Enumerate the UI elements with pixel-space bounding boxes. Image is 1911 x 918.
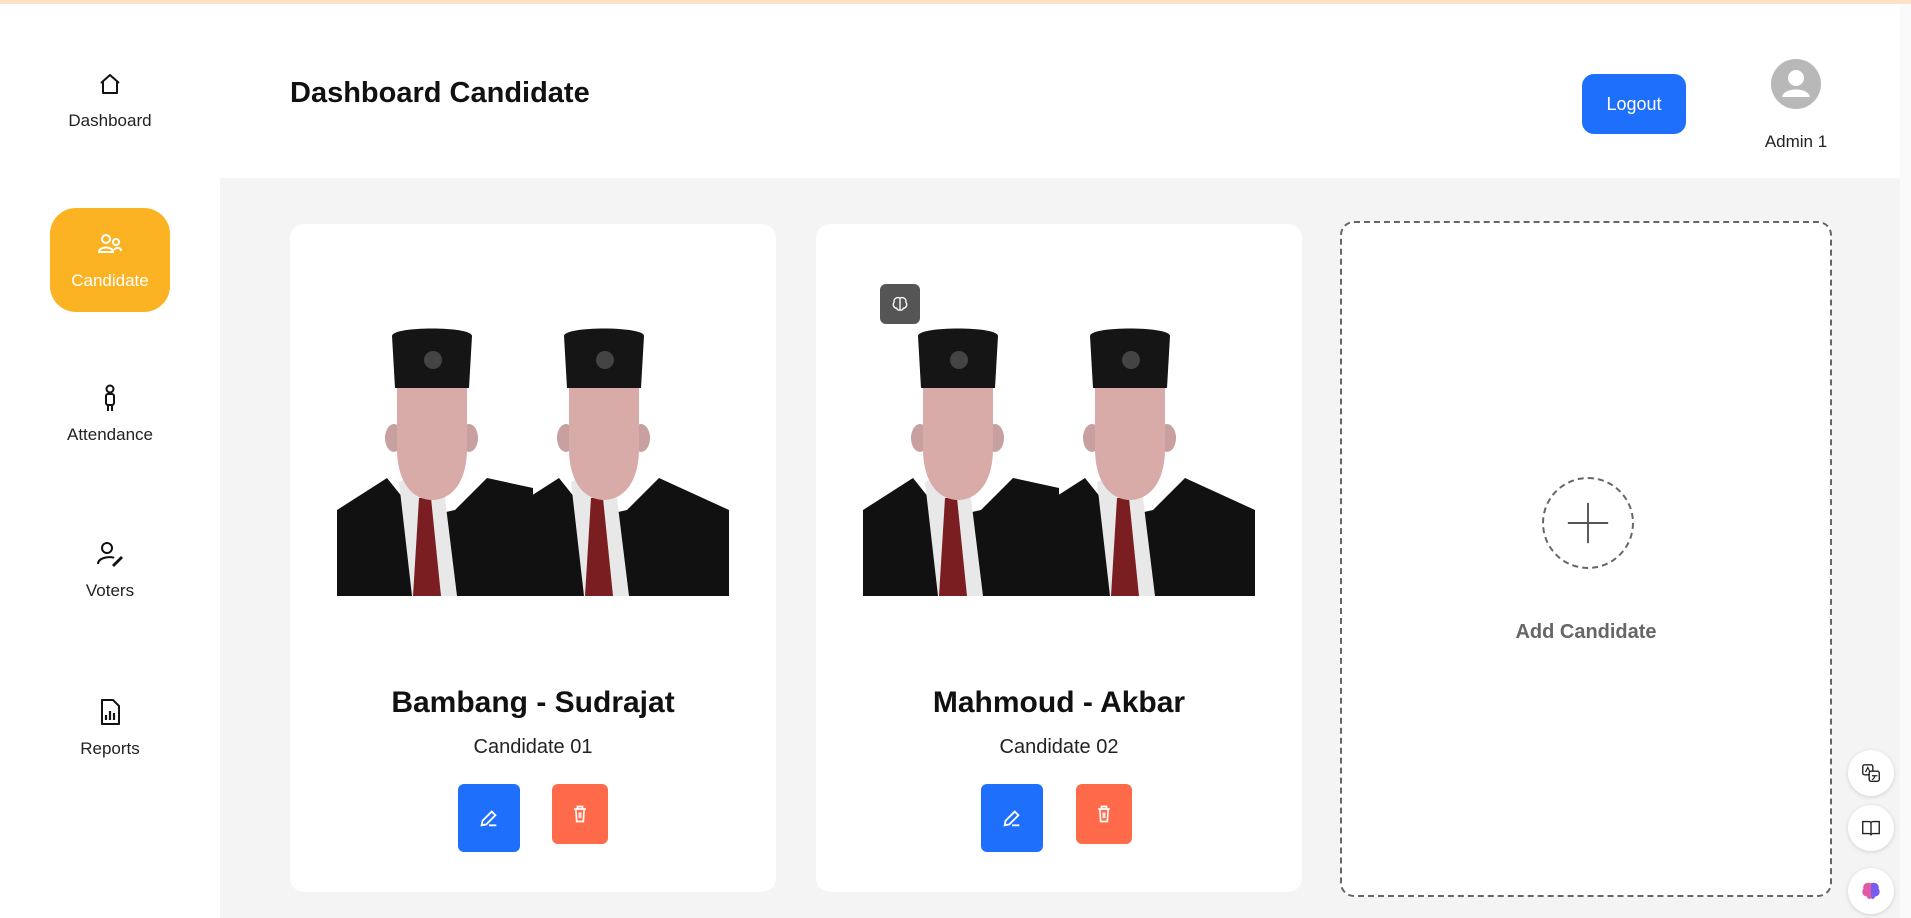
logout-button[interactable]: Logout bbox=[1582, 74, 1686, 134]
translate-icon bbox=[1862, 764, 1880, 782]
edit-icon bbox=[480, 810, 497, 827]
brain-extension-badge[interactable] bbox=[880, 284, 920, 324]
delete-button[interactable] bbox=[552, 784, 608, 844]
user-icon bbox=[1782, 70, 1810, 97]
add-candidate-label: Add Candidate bbox=[1515, 621, 1657, 643]
brain-icon bbox=[1862, 882, 1880, 900]
users-icon bbox=[95, 229, 125, 259]
report-icon bbox=[95, 697, 125, 727]
translate-button[interactable] bbox=[1848, 750, 1894, 796]
sidebar-item-label: Reports bbox=[80, 739, 140, 758]
edit-icon bbox=[1003, 810, 1020, 827]
trash-icon bbox=[1098, 805, 1110, 823]
add-candidate-card[interactable]: Add Candidate bbox=[1340, 221, 1832, 897]
sidebar-item-label: Candidate bbox=[71, 271, 149, 290]
reader-mode-button[interactable] bbox=[1848, 805, 1894, 851]
page-title: Dashboard Candidate bbox=[290, 77, 590, 109]
plus-icon bbox=[1567, 502, 1609, 544]
sidebar: Dashboard Candidate Attendance Voters Re… bbox=[0, 4, 220, 918]
page-header: Dashboard Candidate Logout Admin 1 bbox=[220, 4, 1911, 178]
trash-icon bbox=[574, 805, 586, 823]
home-icon bbox=[95, 69, 125, 99]
sidebar-item-voters[interactable]: Voters bbox=[50, 518, 170, 622]
sidebar-item-label: Voters bbox=[85, 581, 135, 600]
candidate-name: Mahmoud - Akbar bbox=[932, 686, 1186, 719]
user-name: Admin 1 bbox=[1764, 132, 1828, 151]
person-icon bbox=[95, 383, 125, 413]
candidate-card: Mahmoud - Akbar Candidate 02 bbox=[816, 224, 1302, 892]
avatar[interactable] bbox=[1771, 59, 1821, 109]
brain-icon bbox=[892, 296, 908, 311]
candidate-name: Bambang - Sudrajat bbox=[391, 686, 675, 719]
book-icon bbox=[1862, 820, 1880, 836]
candidate-number: Candidate 01 bbox=[473, 736, 593, 758]
sidebar-item-dashboard[interactable]: Dashboard bbox=[50, 48, 170, 152]
user-edit-icon bbox=[95, 539, 125, 569]
delete-button[interactable] bbox=[1076, 784, 1132, 844]
scrollbar[interactable] bbox=[1900, 4, 1911, 918]
sidebar-item-attendance[interactable]: Attendance bbox=[50, 362, 170, 466]
sidebar-item-reports[interactable]: Reports bbox=[50, 676, 170, 780]
edit-button[interactable] bbox=[981, 784, 1043, 852]
candidate-number: Candidate 02 bbox=[999, 736, 1119, 758]
edit-button[interactable] bbox=[458, 784, 520, 852]
sidebar-item-label: Dashboard bbox=[68, 111, 152, 130]
ai-assistant-button[interactable] bbox=[1848, 868, 1894, 914]
candidate-card: Bambang - Sudrajat Candidate 01 bbox=[290, 224, 776, 892]
candidate-photo bbox=[863, 328, 1255, 596]
main-content: Dashboard Candidate Logout Admin 1 Bamba… bbox=[220, 4, 1911, 918]
sidebar-item-label: Attendance bbox=[66, 425, 153, 444]
sidebar-item-candidate[interactable]: Candidate bbox=[50, 208, 170, 312]
add-circle[interactable] bbox=[1542, 477, 1634, 569]
candidate-photo bbox=[337, 328, 729, 596]
